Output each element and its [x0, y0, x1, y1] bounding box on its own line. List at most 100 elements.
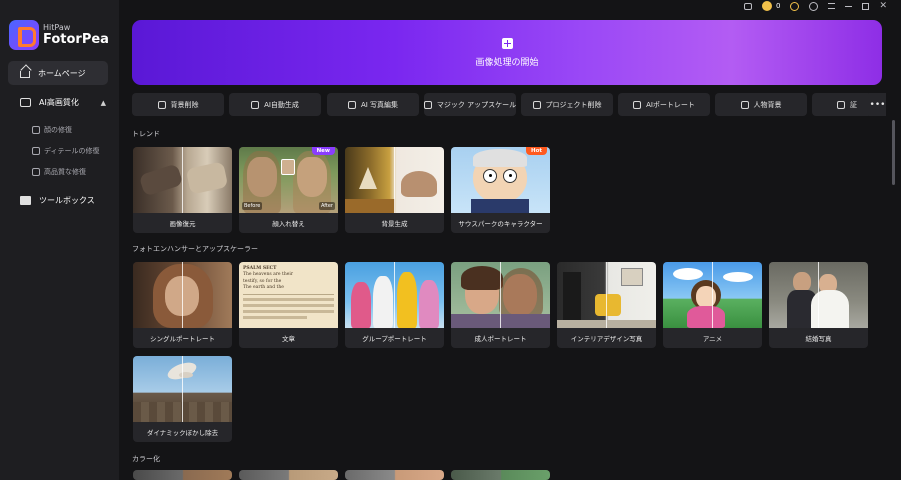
plus-icon: [501, 37, 513, 49]
photo-edit-icon: [347, 100, 356, 109]
sidebar: HitPaw FotorPea ホームページ AI高画質化 ▲ 顔の修復 ディテ…: [0, 0, 119, 480]
section-enhancer-title: フォトエンハンサーとアップスケーラー: [132, 245, 258, 253]
menu-icon[interactable]: [828, 3, 836, 9]
after-tag: After: [318, 202, 335, 210]
nav-ai-enhance[interactable]: AI高画質化 ▲: [20, 97, 106, 108]
nav-sub-face-repair[interactable]: 顔の修復: [32, 125, 72, 135]
nav-toolbox[interactable]: ツールボックス: [20, 195, 95, 206]
coin-count: 0: [775, 2, 781, 10]
group-portrait-thumb: [345, 262, 444, 328]
card-label: 背景生成: [381, 220, 408, 228]
interior-design-thumb: [557, 262, 656, 328]
card-label: インテリアデザイン写真: [570, 335, 643, 343]
card-anime[interactable]: アニメ: [663, 262, 762, 348]
single-portrait-thumb: [133, 262, 232, 328]
card-label: アニメ: [702, 335, 723, 343]
nav-sub-quality-repair[interactable]: 高品質な修復: [32, 167, 86, 177]
before-tag: Before: [242, 202, 263, 210]
card-adult-portrait[interactable]: 成人ポートレート: [451, 262, 550, 348]
tool-ai-generate[interactable]: AI自動生成: [229, 93, 321, 116]
face-icon: [32, 126, 40, 134]
card-label: サウスパークのキャラクター: [458, 220, 543, 228]
user-icon[interactable]: [809, 1, 819, 11]
detail-icon: [32, 147, 40, 155]
nav-sub-detail-repair[interactable]: ディテールの修復: [32, 146, 100, 156]
tool-ai-portrait[interactable]: AIポートレート: [618, 93, 710, 116]
tool-shortcuts: 背景削除 AI自動生成 AI 写真編集 マジック アップスケール プロジェクト削…: [132, 93, 886, 117]
brand: HitPaw FotorPea: [9, 20, 109, 50]
tool-object-remove[interactable]: プロジェクト削除: [521, 93, 613, 116]
new-badge: New: [311, 147, 335, 155]
brand-small: HitPaw: [43, 23, 71, 32]
upscale-icon: [423, 100, 432, 109]
add-coins-icon[interactable]: [790, 1, 800, 11]
background-generate-thumb: [345, 147, 444, 213]
card-colorize-4[interactable]: [451, 470, 550, 480]
card-label: 成人ポートレート: [474, 335, 527, 343]
brand-name: FotorPea: [43, 32, 109, 47]
card-group-portrait[interactable]: グループポートレート: [345, 262, 444, 348]
south-park-thumb: Hot: [451, 147, 550, 213]
quality-icon: [32, 168, 40, 176]
toolbox-icon: [20, 196, 31, 205]
caret-up-icon: ▲: [100, 98, 106, 107]
tool-background-remove[interactable]: 背景削除: [132, 93, 224, 116]
card-colorize-3[interactable]: [345, 470, 444, 480]
app-logo-icon: [9, 20, 39, 50]
image-restore-thumb: [133, 147, 232, 213]
card-label: ダイナミックぼかし除去: [146, 429, 219, 437]
dynamic-deblur-thumb: [133, 356, 232, 422]
tool-id-photo[interactable]: 証: [812, 93, 872, 116]
card-label: 結婚写真: [805, 335, 832, 343]
nav-ai-enhance-label: AI高画質化: [39, 98, 79, 107]
nav-toolbox-label: ツールボックス: [39, 196, 95, 205]
tool-ai-photo-edit[interactable]: AI 写真編集: [327, 93, 419, 116]
card-label: 顔入れ替え: [272, 220, 305, 228]
card-label: シングルポートレート: [150, 335, 215, 343]
eraser-icon: [532, 100, 541, 109]
window-controls: 0 ✕: [743, 0, 901, 12]
nav-home[interactable]: ホームページ: [8, 61, 108, 85]
magic-wand-icon: [251, 100, 260, 109]
section-colorize-title: カラー化: [132, 455, 160, 463]
portrait-icon: [633, 100, 642, 109]
person-bg-icon: [740, 100, 749, 109]
card-colorize-1[interactable]: [133, 470, 232, 480]
card-label: 文章: [282, 335, 295, 343]
more-tools-button[interactable]: •••: [869, 93, 886, 116]
card-south-park[interactable]: Hot サウスパークのキャラクター: [451, 147, 550, 233]
minimize-icon[interactable]: [845, 5, 853, 7]
wedding-photo-thumb: [769, 262, 868, 328]
card-image-restore[interactable]: 画像復元: [133, 147, 232, 233]
card-background-generate[interactable]: 背景生成: [345, 147, 444, 233]
close-icon[interactable]: ✕: [879, 1, 887, 11]
hot-badge: Hot: [525, 147, 547, 155]
card-label: 画像復元: [169, 220, 196, 228]
card-colorize-2[interactable]: [239, 470, 338, 480]
card-face-swap[interactable]: Before After New 顔入れ替え: [239, 147, 338, 233]
background-remove-icon: [157, 100, 166, 109]
coin-icon: [761, 1, 772, 11]
card-interior-design[interactable]: インテリアデザイン写真: [557, 262, 656, 348]
tool-person-background[interactable]: 人物背景: [715, 93, 807, 116]
home-icon: [20, 71, 30, 78]
discord-icon[interactable]: [743, 2, 752, 10]
card-dynamic-deblur[interactable]: ダイナミックぼかし除去: [133, 356, 232, 442]
start-processing-label: 画像処理の開始: [475, 57, 539, 68]
scrollbar-thumb[interactable]: [892, 120, 895, 185]
section-trend-title: トレンド: [132, 130, 160, 138]
card-wedding-photo[interactable]: 結婚写真: [769, 262, 868, 348]
card-document[interactable]: PSALM SECT The heavens are their testify…: [239, 262, 338, 348]
face-swap-thumb: Before After New: [239, 147, 338, 213]
document-thumb: PSALM SECT The heavens are their testify…: [239, 262, 338, 328]
card-label: グループポートレート: [362, 335, 427, 343]
adult-portrait-thumb: [451, 262, 550, 328]
nav-home-label: ホームページ: [38, 68, 86, 78]
image-icon: [20, 98, 31, 107]
anime-thumb: [663, 262, 762, 328]
tool-magic-upscale[interactable]: マジック アップスケール: [423, 93, 516, 116]
start-processing-banner[interactable]: 画像処理の開始: [132, 20, 882, 85]
maximize-icon[interactable]: [862, 2, 870, 10]
card-single-portrait[interactable]: シングルポートレート: [133, 262, 232, 348]
id-photo-icon: [837, 100, 845, 109]
